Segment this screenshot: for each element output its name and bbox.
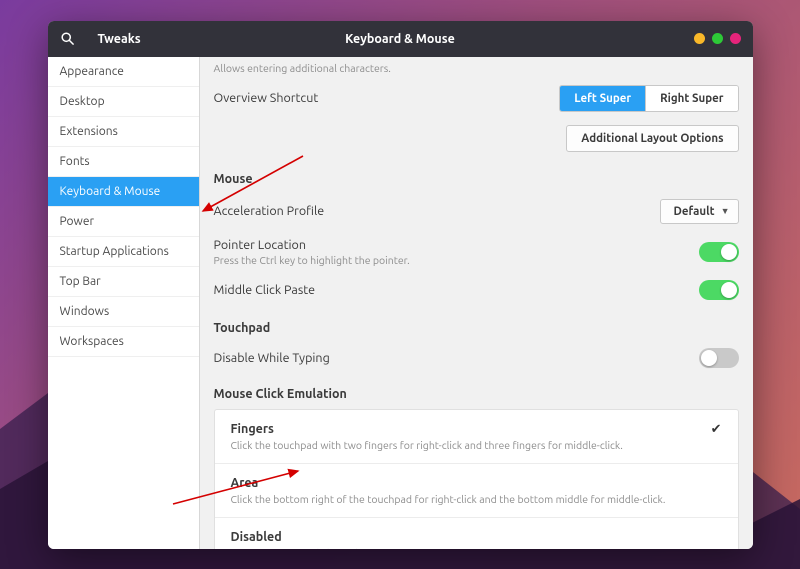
- pointer-location-hint: Press the Ctrl key to highlight the poin…: [214, 254, 699, 266]
- titlebar: Tweaks Keyboard & Mouse: [48, 21, 753, 57]
- sidebar-item-label: Fonts: [60, 155, 90, 168]
- sidebar: Appearance Desktop Extensions Fonts Keyb…: [48, 57, 200, 549]
- sidebar-item-power[interactable]: Power: [48, 207, 199, 237]
- sidebar-item-label: Appearance: [60, 65, 124, 78]
- touchpad-section-title: Touchpad: [214, 307, 739, 341]
- sidebar-item-desktop[interactable]: Desktop: [48, 87, 199, 117]
- tweaks-window: Tweaks Keyboard & Mouse Appearance Deskt…: [48, 21, 753, 549]
- left-super-button[interactable]: Left Super: [560, 86, 646, 111]
- emulation-option-title: Disabled: [231, 530, 722, 544]
- checkmark-icon: ✔: [701, 422, 722, 437]
- mouse-click-emulation-title: Mouse Click Emulation: [214, 375, 739, 409]
- sidebar-item-label: Windows: [60, 305, 110, 318]
- sidebar-item-label: Workspaces: [60, 335, 124, 348]
- right-super-button[interactable]: Right Super: [646, 86, 737, 111]
- sidebar-item-fonts[interactable]: Fonts: [48, 147, 199, 177]
- mouse-section-title: Mouse: [214, 158, 739, 192]
- emulation-option-desc: Click the bottom right of the touchpad f…: [231, 493, 722, 505]
- main-panel: Allows entering additional characters. O…: [200, 57, 753, 549]
- acceleration-profile-value: Default: [673, 205, 714, 218]
- sidebar-item-workspaces[interactable]: Workspaces: [48, 327, 199, 357]
- header-title: Keyboard & Mouse: [48, 32, 753, 46]
- sidebar-item-startup-applications[interactable]: Startup Applications: [48, 237, 199, 267]
- emulation-option-desc: Click the touchpad with two fingers for …: [231, 439, 701, 451]
- pointer-location-label: Pointer Location: [214, 238, 699, 252]
- sidebar-item-label: Power: [60, 215, 95, 228]
- mouse-click-emulation-list: Fingers Click the touchpad with two fing…: [214, 409, 739, 549]
- app-title: Tweaks: [98, 32, 141, 46]
- emulation-option-disabled[interactable]: Disabled Don't use mouse click emulation…: [215, 518, 738, 549]
- emulation-option-desc: Don't use mouse click emulation.: [231, 547, 722, 549]
- emulation-option-title: Fingers: [231, 422, 701, 436]
- window-controls: [694, 33, 741, 44]
- overview-shortcut-group: Left Super Right Super: [559, 85, 738, 112]
- emulation-option-fingers[interactable]: Fingers Click the touchpad with two fing…: [215, 410, 738, 464]
- disable-while-typing-switch[interactable]: [699, 348, 739, 368]
- emulation-option-title: Area: [231, 476, 722, 490]
- acceleration-profile-label: Acceleration Profile: [214, 204, 661, 218]
- middle-click-paste-switch[interactable]: [699, 280, 739, 300]
- search-icon[interactable]: [60, 31, 76, 47]
- middle-click-paste-label: Middle Click Paste: [214, 283, 699, 297]
- sidebar-item-label: Desktop: [60, 95, 105, 108]
- compose-hint: Allows entering additional characters.: [214, 57, 739, 78]
- sidebar-item-keyboard-mouse[interactable]: Keyboard & Mouse: [48, 177, 199, 207]
- close-button[interactable]: [730, 33, 741, 44]
- sidebar-item-label: Top Bar: [60, 275, 101, 288]
- additional-layout-options-button[interactable]: Additional Layout Options: [566, 125, 738, 152]
- sidebar-item-label: Keyboard & Mouse: [60, 185, 161, 198]
- sidebar-item-top-bar[interactable]: Top Bar: [48, 267, 199, 297]
- sidebar-item-label: Startup Applications: [60, 245, 169, 258]
- chevron-down-icon: ▼: [721, 206, 730, 216]
- sidebar-item-windows[interactable]: Windows: [48, 297, 199, 327]
- acceleration-profile-combo[interactable]: Default ▼: [660, 199, 738, 224]
- maximize-button[interactable]: [712, 33, 723, 44]
- sidebar-item-label: Extensions: [60, 125, 118, 138]
- disable-while-typing-label: Disable While Typing: [214, 351, 699, 365]
- sidebar-item-appearance[interactable]: Appearance: [48, 57, 199, 87]
- overview-shortcut-label: Overview Shortcut: [214, 91, 560, 105]
- sidebar-item-extensions[interactable]: Extensions: [48, 117, 199, 147]
- pointer-location-switch[interactable]: [699, 242, 739, 262]
- emulation-option-area[interactable]: Area Click the bottom right of the touch…: [215, 464, 738, 518]
- minimize-button[interactable]: [694, 33, 705, 44]
